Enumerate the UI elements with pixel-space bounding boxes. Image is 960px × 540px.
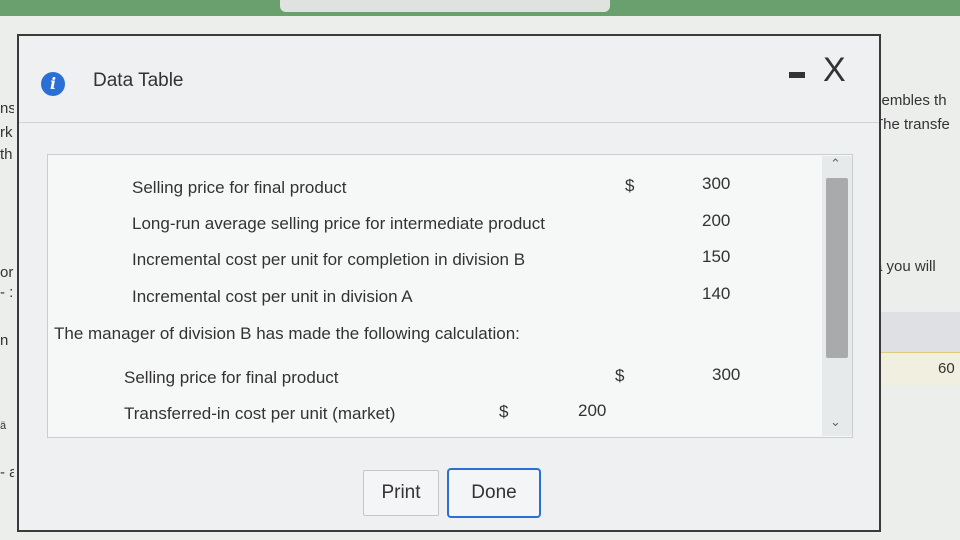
table-scrollbar[interactable]: ⌃ ⌄ — [822, 156, 852, 436]
print-button[interactable]: Print — [363, 470, 439, 516]
background-strip — [870, 312, 960, 352]
calc-row-value: 300 — [712, 365, 741, 384]
background-value: 60 — [938, 360, 955, 377]
row-value: 140 — [702, 284, 731, 303]
background-text-fragment: rk — [0, 124, 13, 141]
chevron-up-icon[interactable]: ⌃ — [830, 156, 841, 172]
row-label: Selling price for final product — [132, 178, 347, 197]
row-currency: $ — [625, 176, 635, 195]
chevron-down-icon[interactable]: ⌄ — [830, 414, 841, 430]
background-text-fragment: ns — [0, 100, 14, 117]
dialog-header: i Data Table X — [19, 36, 879, 123]
calc-row-label: Selling price for final product — [124, 368, 339, 387]
scroll-thumb[interactable] — [826, 178, 848, 358]
done-button[interactable]: Done — [447, 468, 541, 518]
calculation-intro: The manager of division B has made the f… — [54, 324, 520, 343]
background-text-fragment: n — [0, 332, 9, 349]
calc-row-label: Transferred-in cost per unit (market) — [124, 404, 396, 423]
background-text-fragment: - a — [0, 464, 14, 481]
background-text-fragment: or — [0, 264, 14, 281]
row-value: 300 — [702, 174, 731, 193]
background-tab — [280, 0, 610, 12]
background-text-fragment: sembles th — [874, 92, 947, 109]
row-label: Incremental cost per unit in division A — [132, 287, 413, 306]
dialog-title: Data Table — [93, 70, 184, 91]
minimize-icon[interactable] — [789, 72, 805, 78]
info-icon: i — [41, 72, 65, 96]
background-text-fragment: ä — [0, 420, 7, 432]
row-value: 150 — [702, 247, 731, 266]
background-text-fragment: a you will — [874, 258, 936, 275]
calc-row-currency: $ — [615, 366, 625, 385]
close-icon[interactable]: X — [823, 50, 846, 90]
calc-row-currency: $ — [499, 402, 509, 421]
background-text-fragment: th — [0, 146, 13, 163]
row-label: Incremental cost per unit for completion… — [132, 250, 526, 269]
calc-row-value: 200 — [578, 401, 607, 420]
background-text-fragment: The transfe — [874, 116, 950, 133]
row-label: Long-run average selling price for inter… — [132, 214, 545, 233]
background-text-fragment: - : — [0, 284, 14, 301]
data-table-dialog: i Data Table X Selling price for final p… — [17, 34, 881, 532]
row-value: 200 — [702, 211, 731, 230]
